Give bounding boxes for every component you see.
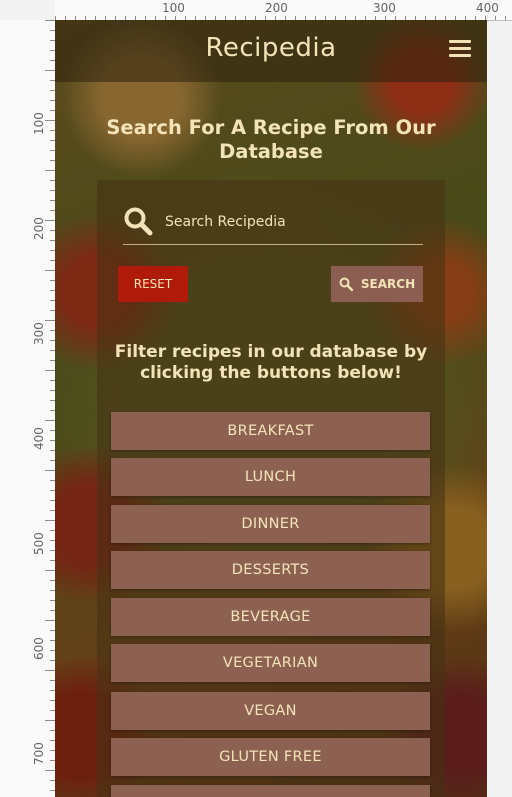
category-button-desserts[interactable]: DESSERTS <box>111 551 430 589</box>
ruler-top: 100 200 300 400 <box>55 0 512 21</box>
page-title: Search For A Recipe From Our Database <box>106 116 436 163</box>
category-button-dinner[interactable]: DINNER <box>111 505 430 543</box>
ruler-tick <box>45 420 55 421</box>
ruler-left-label: 700 <box>32 742 46 765</box>
ruler-left-label: 600 <box>32 637 46 660</box>
filter-heading: Filter recipes in our database by clicki… <box>114 342 428 383</box>
category-button-breakfast[interactable]: BREAKFAST <box>111 412 430 450</box>
ruler-tick <box>45 20 55 21</box>
search-button[interactable]: SEARCH <box>331 266 423 302</box>
ruler-tick <box>45 370 55 371</box>
category-button-vegan[interactable]: VEGAN <box>111 692 430 730</box>
search-icon <box>124 207 153 236</box>
navbar: Recipedia <box>55 20 487 82</box>
category-button-beverage[interactable]: BEVERAGE <box>111 598 430 636</box>
ruler-tick <box>45 270 55 271</box>
ruler-top-label: 300 <box>373 1 396 15</box>
ruler-tick <box>45 170 55 171</box>
search-bar <box>123 200 425 245</box>
ruler-left-label: 100 <box>32 112 46 135</box>
reset-button[interactable]: RESET <box>118 266 188 302</box>
ruler-tick <box>45 320 55 321</box>
category-button-vegetarian[interactable]: VEGETARIAN <box>111 644 430 682</box>
search-icon <box>339 277 353 291</box>
ruler-tick <box>45 520 55 521</box>
ruler-tick <box>495 16 496 20</box>
ruler-tick <box>45 470 55 471</box>
ruler-tick <box>505 16 506 20</box>
category-button-next[interactable] <box>111 785 430 797</box>
ruler-left-label: 200 <box>32 217 46 240</box>
ruler-tick <box>45 570 55 571</box>
category-button-lunch[interactable]: LUNCH <box>111 458 430 496</box>
ruler-left-label: 400 <box>32 427 46 450</box>
category-button-gluten-free[interactable]: GLUTEN FREE <box>111 738 430 776</box>
ruler-tick <box>45 220 55 221</box>
brand-logo[interactable]: Recipedia <box>55 33 487 63</box>
ruler-left: 100 200 300 400 500 600 700 <box>0 20 55 797</box>
ruler-top-label: 200 <box>265 1 288 15</box>
hamburger-icon[interactable] <box>449 40 471 58</box>
ruler-tick <box>45 70 55 71</box>
ruler-tick <box>45 620 55 621</box>
page-viewport: Recipedia Search For A Recipe From Our D… <box>55 20 487 797</box>
ruler-left-label: 300 <box>32 322 46 345</box>
ruler-top-label: 100 <box>162 1 185 15</box>
search-input[interactable] <box>163 208 425 236</box>
ruler-tick <box>45 770 55 771</box>
search-button-label: SEARCH <box>360 277 416 291</box>
ruler-tick <box>45 720 55 721</box>
ruler-tick <box>45 670 55 671</box>
ruler-left-label: 500 <box>32 532 46 555</box>
ruler-top-label: 400 <box>476 1 499 15</box>
ruler-tick <box>45 120 55 121</box>
